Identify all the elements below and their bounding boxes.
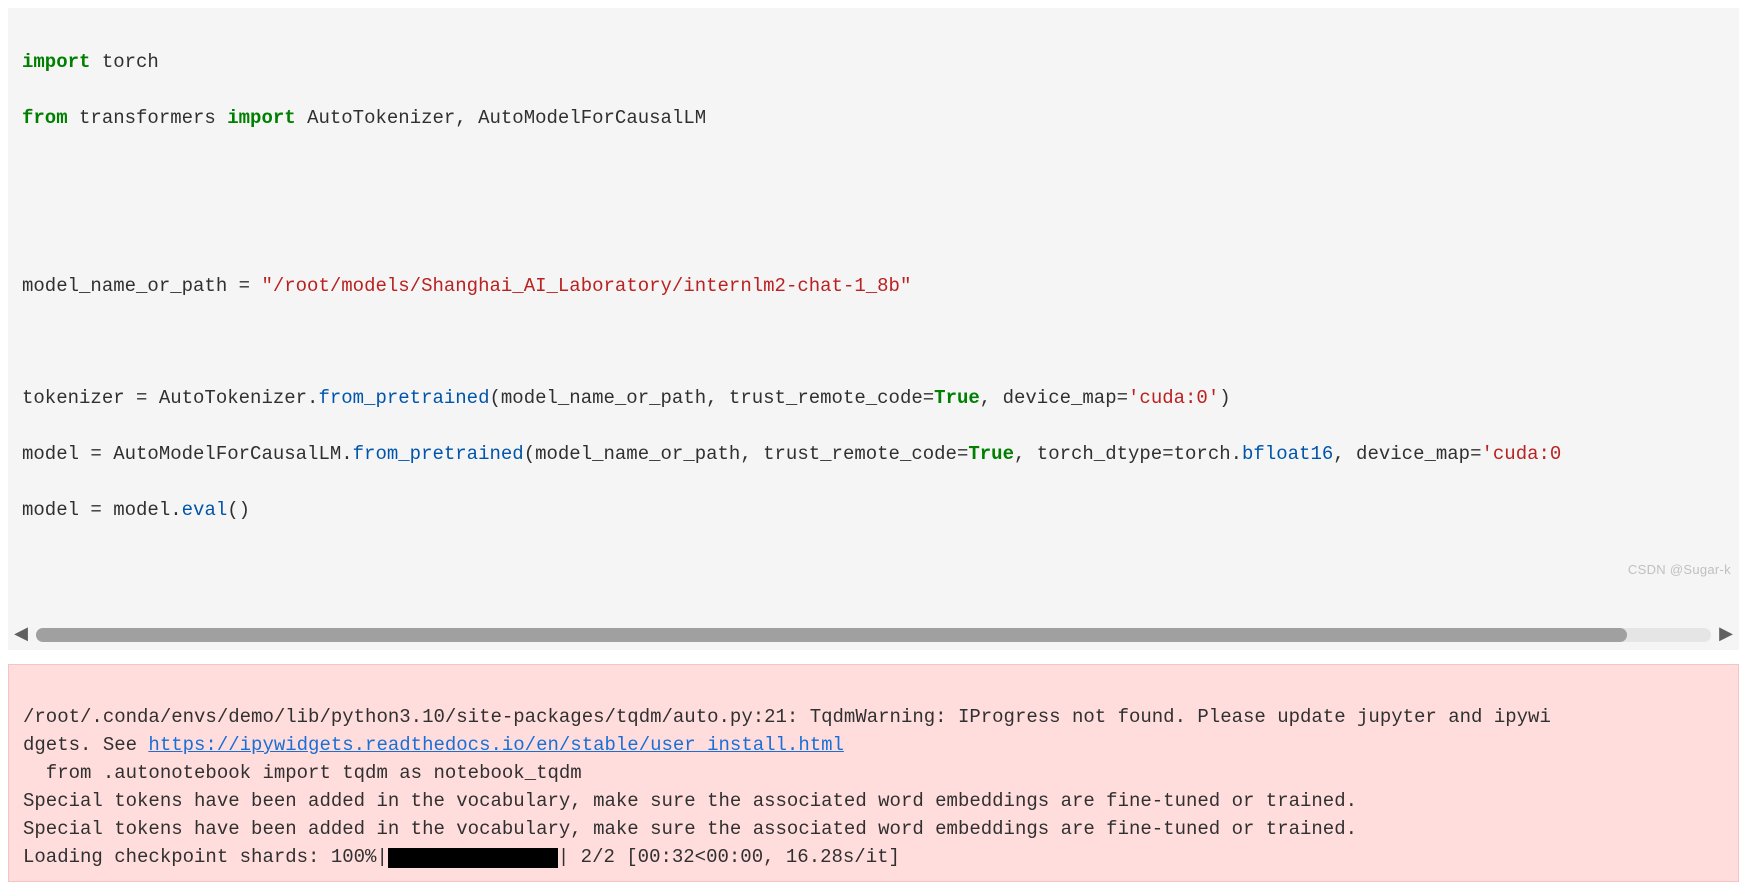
code-text: , device_map=: [980, 387, 1128, 409]
progress-bar-icon: [388, 848, 558, 868]
code-cell[interactable]: import torch from transformers import Au…: [8, 8, 1739, 620]
code-text: model = AutoModelForCausalLM.: [22, 443, 353, 465]
scroll-right-icon[interactable]: ▶: [1717, 626, 1735, 644]
code-text: torch: [90, 51, 158, 73]
code-line-3: [22, 160, 1725, 188]
code-text: (): [227, 499, 250, 521]
attr-name: bfloat16: [1242, 443, 1333, 465]
code-line-4: model_name_or_path = "/root/models/Shang…: [22, 272, 1725, 300]
code-text: ): [1219, 387, 1230, 409]
code-text: tokenizer = AutoTokenizer.: [22, 387, 318, 409]
code-line-9: [22, 552, 1725, 580]
output-text: Loading checkpoint shards: 100%|: [23, 846, 388, 868]
code-text: , device_map=: [1333, 443, 1481, 465]
code-line-7: model = AutoModelForCausalLM.from_pretra…: [22, 440, 1725, 468]
string-literal: "/root/models/Shanghai_AI_Laboratory/int…: [261, 275, 911, 297]
method-name: from_pretrained: [353, 443, 524, 465]
output-text: Special tokens have been added in the vo…: [23, 818, 1357, 840]
code-text: transformers: [68, 107, 228, 129]
docs-link[interactable]: https://ipywidgets.readthedocs.io/en/sta…: [148, 734, 844, 756]
code-text: model_name_or_path =: [22, 275, 261, 297]
watermark: CSDN @Sugar-k: [1628, 556, 1731, 584]
string-literal: 'cuda:0: [1481, 443, 1561, 465]
keyword-from: from: [22, 107, 68, 129]
code-line-5: [22, 328, 1725, 356]
output-text: /root/.conda/envs/demo/lib/python3.10/si…: [23, 706, 1551, 728]
scroll-left-icon[interactable]: ◀: [12, 626, 30, 644]
code-text: , torch_dtype=torch.: [1014, 443, 1242, 465]
keyword-import: import: [22, 51, 90, 73]
code-text: (model_name_or_path, trust_remote_code=: [524, 443, 969, 465]
method-name: from_pretrained: [318, 387, 489, 409]
output-text: dgets. See: [23, 734, 148, 756]
scroll-track[interactable]: [36, 628, 1711, 642]
code-text: AutoTokenizer, AutoModelForCausalLM: [296, 107, 706, 129]
output-text: | 2/2 [00:32<00:00, 16.28s/it]: [558, 846, 900, 868]
code-text: model = model.: [22, 499, 182, 521]
code-line-8: model = model.eval(): [22, 496, 1725, 524]
code-text: (model_name_or_path, trust_remote_code=: [489, 387, 934, 409]
method-name: eval: [182, 499, 228, 521]
code-line-3b: [22, 216, 1725, 244]
string-literal: 'cuda:0': [1128, 387, 1219, 409]
output-cell: /root/.conda/envs/demo/lib/python3.10/si…: [8, 664, 1739, 882]
scroll-thumb[interactable]: [36, 628, 1627, 642]
bool-literal: True: [934, 387, 980, 409]
keyword-import: import: [227, 107, 295, 129]
output-text: from .autonotebook import tqdm as notebo…: [23, 762, 582, 784]
code-line-6: tokenizer = AutoTokenizer.from_pretraine…: [22, 384, 1725, 412]
code-line-2: from transformers import AutoTokenizer, …: [22, 104, 1725, 132]
output-text: Special tokens have been added in the vo…: [23, 790, 1357, 812]
horizontal-scrollbar[interactable]: ◀ ▶: [8, 620, 1739, 650]
code-line-1: import torch: [22, 48, 1725, 76]
bool-literal: True: [968, 443, 1014, 465]
